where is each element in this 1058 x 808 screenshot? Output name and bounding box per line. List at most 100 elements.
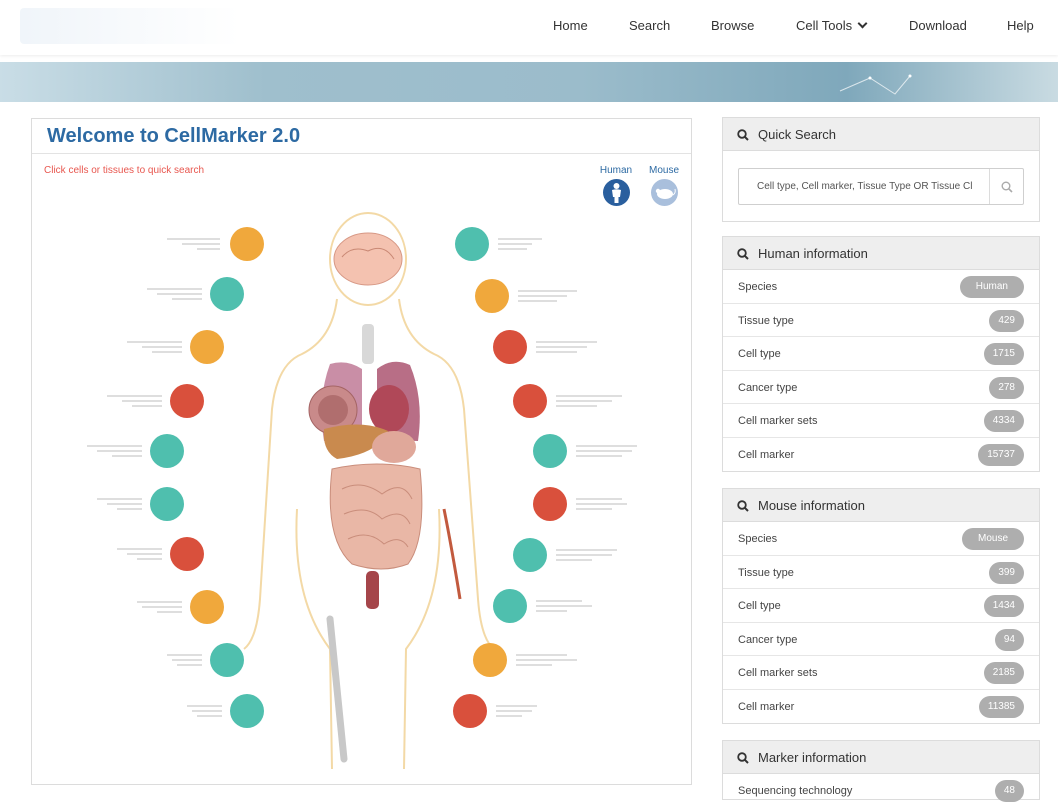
chevron-down-icon [857,18,868,29]
stomach-organ[interactable] [372,431,416,463]
quick-search-title: Quick Search [758,127,837,142]
human-cell-marker-row[interactable]: Cell marker 15737 [723,438,1039,472]
row-label: Species [738,533,778,545]
quick-search-header: Quick Search [723,118,1039,151]
heart-organ[interactable] [369,385,409,433]
count-badge: 2185 [983,662,1024,684]
blood-tissue-icon[interactable] [150,434,184,468]
row-label: Tissue type [738,566,794,579]
tissue-icons-left [150,227,264,728]
row-label: Cell marker [738,700,795,713]
row-label: Cell type [738,348,781,360]
quick-search-box [738,168,1024,205]
header-banner [0,62,1058,102]
species-mouse-label: Mouse [648,165,679,176]
human-info-header: Human information [723,237,1039,270]
row-label: Cell marker sets [738,667,818,679]
count-badge: 4334 [983,410,1024,432]
pancreas-tissue-icon[interactable] [150,487,184,521]
testis-tissue-icon[interactable] [473,643,507,677]
mouse-info-title: Mouse information [758,498,865,513]
row-label: Cancer type [738,381,798,394]
marker-info-title: Marker information [758,750,867,765]
intestine-tissue-icon[interactable] [513,538,547,572]
brain-organ[interactable] [333,232,403,286]
heart-tissue-icon[interactable] [493,330,527,364]
mouse-tissue-type-row[interactable]: Tissue type 399 [723,556,1039,589]
quick-search-card: Quick Search [722,117,1040,222]
human-cancer-type-row[interactable]: Cancer type 278 [723,371,1039,404]
body-map[interactable] [32,179,691,779]
human-cell-type-row[interactable]: Cell type 1715 [723,337,1039,371]
row-label: Tissue type [738,314,794,327]
trachea-organ[interactable] [362,324,374,364]
row-label: Cancer type [738,633,798,646]
liver-tissue-icon[interactable] [533,434,567,468]
page-title: Welcome to CellMarker 2.0 [47,125,301,147]
nav-search[interactable]: Search [629,18,670,33]
human-marker-sets-row[interactable]: Cell marker sets 4334 [723,404,1039,438]
row-label: Species [738,281,778,293]
count-badge: 15737 [978,443,1024,466]
count-badge: 1715 [983,343,1024,365]
muscle-tissue-icon[interactable] [533,487,567,521]
row-label: Sequencing technology [738,785,853,797]
count-badge: 11385 [978,695,1024,718]
search-icon [737,248,749,260]
row-label: Cell marker [738,448,795,461]
mouse-info-header: Mouse information [723,489,1039,522]
spleen-tissue-icon[interactable] [170,537,204,571]
mouse-species-row[interactable]: Species Mouse [723,522,1039,556]
mouse-marker-sets-row[interactable]: Cell marker sets 2185 [723,656,1039,690]
bladder-organ[interactable] [366,571,379,609]
divider [32,153,691,154]
skin-tissue-icon[interactable] [230,694,264,728]
embryo-tissue-icon[interactable] [190,590,224,624]
bladder-tissue-icon[interactable] [453,694,487,728]
quick-search-hint: Click cells or tissues to quick search [44,165,205,176]
muscle-tissue[interactable] [442,508,462,600]
search-icon [737,129,749,141]
human-species-row[interactable]: Species Human [723,270,1039,304]
search-icon [1001,181,1013,193]
count-badge: 1434 [983,595,1024,617]
mouse-cell-marker-row[interactable]: Cell marker 11385 [723,690,1039,724]
banner-decoration [839,74,912,95]
intestine-organ[interactable] [329,463,423,570]
search-icon [737,500,749,512]
count-badge: 278 [989,376,1024,399]
lung-tissue-icon[interactable] [475,279,509,313]
count-badge: 48 [994,780,1024,802]
marker-info-header: Marker information [723,741,1039,774]
nav-cell-tools-label: Cell Tools [796,18,853,33]
bone-tissue-icon[interactable] [493,589,527,623]
nav-download[interactable]: Download [909,18,967,33]
mouse-cell-type-row[interactable]: Cell type 1434 [723,589,1039,623]
brain-tissue-icon[interactable] [455,227,489,261]
uterus-tissue-icon[interactable] [210,643,244,677]
human-info-title: Human information [758,246,868,261]
count-badge: 429 [989,309,1024,332]
breast-tissue-icon[interactable] [190,330,224,364]
quick-search-input[interactable] [739,169,991,204]
count-badge: 94 [994,628,1024,651]
tissue-icons-right [453,227,567,728]
nav-browse[interactable]: Browse [711,18,754,33]
site-logo[interactable] [20,8,240,44]
kidney-tissue-icon[interactable] [513,384,547,418]
mouse-cancer-type-row[interactable]: Cancer type 94 [723,623,1039,656]
oral-tissue-icon[interactable] [210,277,244,311]
count-badge: Mouse [961,528,1024,550]
nav-home[interactable]: Home [553,18,588,33]
eye-tissue-icon[interactable] [230,227,264,261]
welcome-panel: Welcome to CellMarker 2.0 Click cells or… [31,118,692,785]
human-tissue-type-row[interactable]: Tissue type 429 [723,304,1039,337]
species-human-label: Human [599,165,633,176]
mouse-info-card: Mouse information Species Mouse Tissue ty… [722,488,1040,724]
nav-help[interactable]: Help [1007,18,1034,33]
row-label: Cell marker sets [738,415,818,427]
quick-search-button[interactable] [989,169,1023,204]
search-icon [737,752,749,764]
nav-cell-tools[interactable]: Cell Tools [796,18,868,33]
stomach-tissue-icon[interactable] [170,384,204,418]
